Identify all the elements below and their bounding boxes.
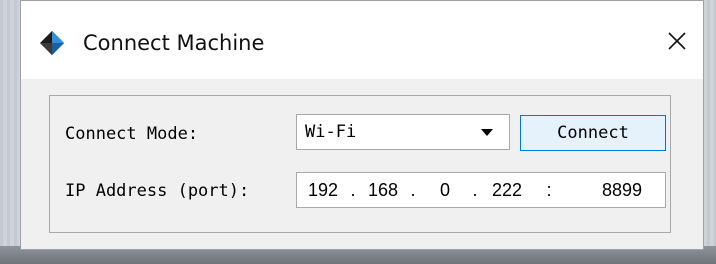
close-icon bbox=[668, 32, 686, 50]
ip-address-field[interactable]: 192 . 168 . 0 . 222 : 8899 bbox=[296, 172, 666, 208]
connect-mode-select[interactable]: Wi-Fi bbox=[296, 114, 510, 150]
ip-octet-2[interactable]: 168 bbox=[359, 173, 407, 207]
close-button[interactable] bbox=[657, 23, 697, 59]
ip-port-colon: : bbox=[546, 180, 552, 200]
app-logo-icon bbox=[40, 31, 64, 55]
ip-octet-4[interactable]: 222 bbox=[483, 173, 531, 207]
title-bar: Connect Machine bbox=[21, 1, 703, 79]
ip-port[interactable]: 8899 bbox=[587, 173, 657, 207]
ip-dot-1: . bbox=[350, 180, 356, 200]
chevron-down-icon bbox=[481, 129, 493, 136]
window-title: Connect Machine bbox=[83, 31, 265, 55]
connect-button[interactable]: Connect bbox=[520, 115, 666, 151]
connect-machine-dialog: Connect Machine Connect Mode: Wi-Fi Conn… bbox=[20, 0, 704, 250]
ip-dot-2: . bbox=[410, 180, 416, 200]
ip-octet-3[interactable]: 0 bbox=[421, 173, 469, 207]
connect-mode-value: Wi-Fi bbox=[305, 122, 357, 142]
connect-mode-label: Connect Mode: bbox=[65, 124, 199, 144]
ip-octet-1[interactable]: 192 bbox=[299, 173, 347, 207]
ip-address-label: IP Address (port): bbox=[65, 181, 250, 201]
ip-dot-3: . bbox=[472, 180, 478, 200]
